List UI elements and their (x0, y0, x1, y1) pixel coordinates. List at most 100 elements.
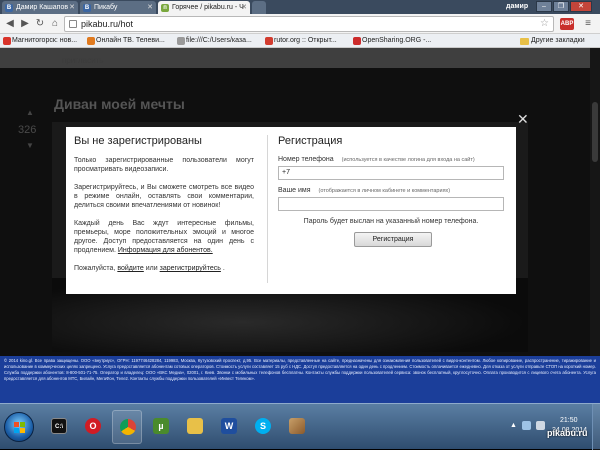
scrollbar-thumb[interactable] (592, 102, 598, 162)
news-icon (3, 37, 11, 45)
minimize-icon[interactable]: – (536, 1, 552, 12)
bookmark-item[interactable]: OpenSharing.ORG -... (352, 34, 431, 48)
modal-close-icon[interactable]: ✕ (517, 112, 529, 126)
page-footer-legal: © 2014 kino.gl. Все права защищены. ООО … (0, 356, 600, 403)
volume-icon[interactable] (536, 421, 545, 430)
windows-logo-icon (14, 422, 26, 434)
watermark: pikabu.ru (547, 428, 588, 438)
bookmark-item[interactable]: file:///C:/Users/каза... (176, 34, 252, 48)
info-paragraph: Зарегистрируйтесь, и Вы сможете смотреть… (74, 184, 254, 209)
registration-title: Регистрация (278, 135, 343, 147)
opensharing-icon (353, 37, 361, 45)
address-bar-url: pikabu.ru/hot (81, 19, 134, 29)
bookmark-item[interactable]: Онлайн ТВ. Телеви... (86, 34, 165, 48)
address-bar[interactable]: pikabu.ru/hot ☆ (64, 16, 554, 32)
name-input[interactable] (278, 197, 504, 211)
pikabu-icon: п (161, 4, 169, 12)
taskbar-app[interactable] (180, 410, 210, 444)
vote-down-icon[interactable]: ▼ (26, 141, 34, 150)
network-icon[interactable] (522, 421, 531, 430)
phone-input[interactable]: +7 (278, 166, 504, 180)
show-desktop-button[interactable] (592, 404, 600, 450)
login-link[interactable]: войдите (117, 265, 143, 272)
tab-label: Пикабу (94, 4, 118, 11)
taskbar-app[interactable]: S (248, 410, 278, 444)
image-viewer-icon (289, 418, 305, 434)
folder-icon (187, 418, 203, 434)
modal-left-title: Вы не зарегистрированы (74, 135, 202, 147)
browser-toolbar: ◀ ▶ ↻ ⌂ pikabu.ru/hot ☆ ABP ≡ (0, 14, 600, 34)
vote-up-icon[interactable]: ▲ (26, 108, 34, 117)
tab-pikabu-hot[interactable]: п Горячее / pikabu.ru - Ч ✕ (158, 1, 250, 14)
adblock-icon[interactable]: ABP (560, 18, 574, 30)
start-button[interactable] (4, 412, 34, 442)
bookmark-label: rutor.org :: Открыт... (274, 37, 337, 44)
rutor-icon (265, 37, 273, 45)
menu-icon[interactable]: ≡ (582, 18, 594, 30)
info-paragraph: Только зарегистрированные пользователи м… (74, 157, 254, 173)
word-icon: W (221, 418, 237, 434)
post-rating: 326 (18, 124, 37, 136)
login-prompt-text: Пожалуйста, (74, 265, 116, 272)
phone-label: Номер телефона (используется в качестве … (278, 155, 508, 165)
new-tab-button[interactable] (252, 1, 266, 14)
other-bookmarks-label: Другие закладки (531, 37, 585, 44)
login-prompt: Пожалуйста, войдите или зарегистрируйтес… (74, 264, 254, 273)
info-column: Вы не зарегистрированы Только зарегистри… (74, 135, 254, 282)
registration-form: Регистрация Номер телефона (используется… (278, 135, 508, 247)
utorrent-icon: µ (153, 418, 169, 434)
taskbar-app[interactable]: W (214, 410, 244, 444)
maximize-icon[interactable]: ❐ (553, 1, 569, 12)
browser-tab-strip: В Дамир Кашапов ✕ В Пикабу ✕ п Горячее /… (0, 0, 600, 14)
bookmark-label: Магнитогорск: нов... (12, 37, 78, 44)
close-icon[interactable]: ✕ (147, 1, 153, 14)
clock-time[interactable]: 21:50 (560, 417, 578, 424)
name-label: Ваше имя (отображается в личном кабинете… (278, 186, 508, 196)
file-icon (177, 37, 185, 45)
register-button[interactable]: Регистрация (354, 232, 432, 247)
back-icon[interactable]: ◀ (3, 17, 17, 31)
taskbar-app[interactable]: O (78, 410, 108, 444)
taskbar-app[interactable]: µ (146, 410, 176, 444)
forward-icon[interactable]: ▶ (18, 17, 32, 31)
post-title[interactable]: Диван моей мечты (54, 96, 185, 112)
bookmarks-bar: Магнитогорск: нов... Онлайн ТВ. Телеви..… (0, 34, 600, 48)
chrome-icon (120, 419, 136, 435)
skype-icon: S (255, 418, 271, 434)
taskbar-app[interactable] (112, 410, 142, 444)
tab-label: Горячее / pikabu.ru - Ч (172, 4, 244, 11)
subscriber-info-link[interactable]: Информация для абонентов. (118, 247, 213, 254)
close-icon[interactable]: ✕ (69, 1, 75, 14)
tab-pikabu-vk[interactable]: В Пикабу ✕ (80, 1, 156, 14)
opera-icon: O (85, 418, 101, 434)
bookmark-label: Онлайн ТВ. Телеви... (96, 37, 165, 44)
tv-icon (87, 37, 95, 45)
tray-expand-icon[interactable]: ▲ (510, 422, 517, 429)
modal-divider (267, 135, 268, 283)
taskbar-app[interactable] (282, 410, 312, 444)
bookmark-item[interactable]: Магнитогорск: нов... (2, 34, 77, 48)
register-link[interactable]: зарегистрируйтесь (160, 265, 221, 272)
vk-icon: В (5, 4, 13, 12)
home-icon[interactable]: ⌂ (48, 17, 62, 31)
profile-name[interactable]: дамир (506, 1, 528, 13)
close-icon[interactable]: ✕ (241, 1, 247, 14)
other-bookmarks[interactable]: Другие закладки (520, 34, 585, 48)
bookmark-star-icon[interactable]: ☆ (540, 17, 549, 31)
bookmark-label: OpenSharing.ORG -... (362, 37, 432, 44)
vk-icon: В (83, 4, 91, 12)
or-text: или (145, 265, 158, 272)
reload-icon[interactable]: ↻ (33, 17, 47, 31)
registration-modal: Вы не зарегистрированы Только зарегистри… (66, 127, 516, 294)
tab-damir[interactable]: В Дамир Кашапов ✕ (2, 1, 78, 14)
window-close-icon[interactable]: ✕ (570, 1, 592, 12)
phone-label-text: Номер телефона (278, 156, 334, 163)
taskbar-app[interactable]: C:\ (44, 410, 74, 444)
bookmark-item[interactable]: rutor.org :: Открыт... (264, 34, 337, 48)
bookmark-label: file:///C:/Users/каза... (186, 37, 252, 44)
period-text: . (222, 265, 225, 272)
phone-hint: (используется в качестве логина для вход… (341, 157, 475, 163)
page-icon (69, 20, 77, 28)
tab-label: Дамир Кашапов (16, 4, 69, 11)
folder-icon (520, 38, 529, 45)
